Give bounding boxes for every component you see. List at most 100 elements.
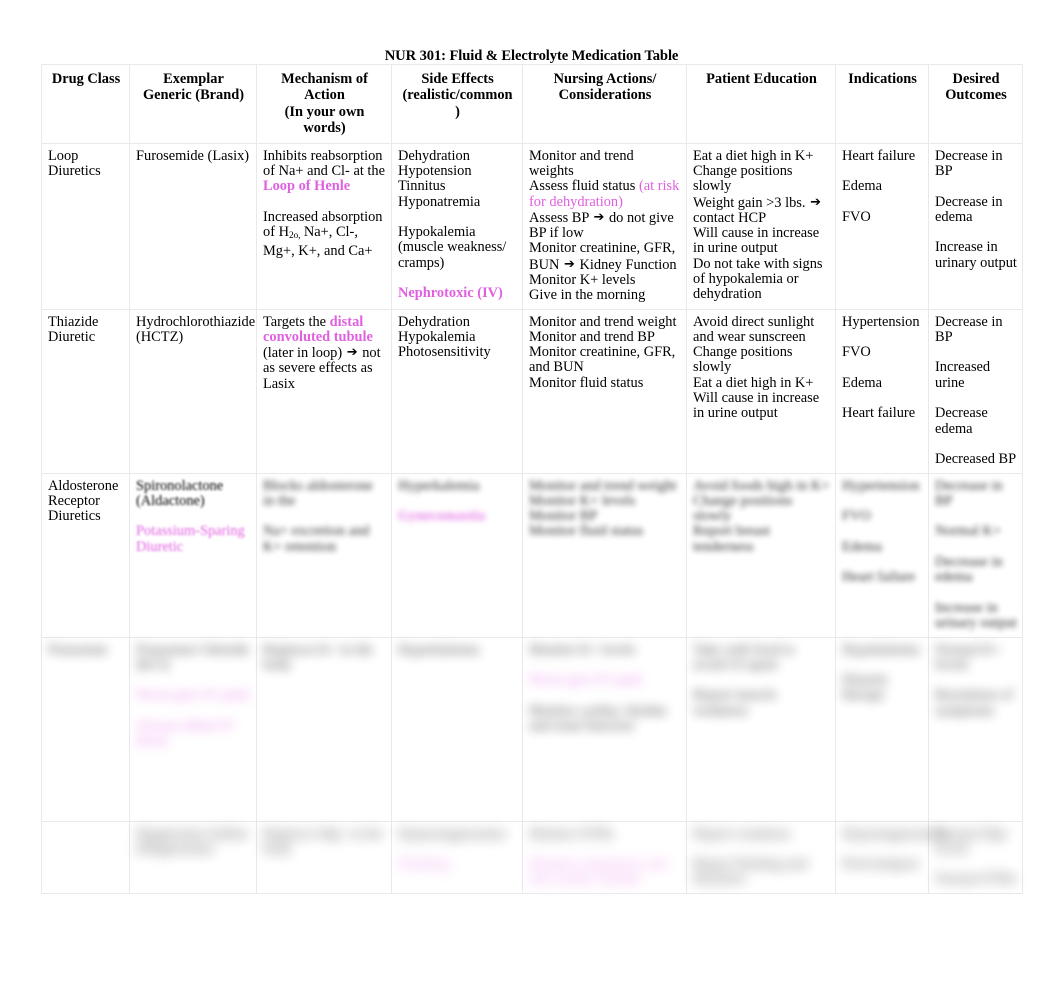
cell-line: Resolution of symptoms (935, 687, 1017, 719)
cell-patient-education: Avoid direct sunlight and wear sunscreen… (686, 308, 836, 474)
cell-indications: Hypokalemia Diuretic therapy (835, 636, 929, 822)
cell-exemplar: Furosemide (Lasix) (129, 142, 257, 310)
cell-line: Monitor and trend weight (529, 313, 677, 330)
header-line: Side Effects (421, 71, 494, 87)
cell-line: Dehydration (398, 313, 470, 330)
cell-patient-education: Eat a diet high in K+ Change positions sl… (686, 142, 836, 310)
cell-line: Increase in urinary output (935, 239, 1017, 271)
cell-line: Assess BP ➔ do not give BP if low (529, 209, 678, 242)
cell-line: Magnesium Sulfate (136, 825, 249, 842)
spacer-line (842, 658, 923, 673)
column-header-mechanism-of-action: Mechanism of Action (In your own words) (256, 64, 392, 144)
cell-nursing-actions: Monitor DTRs Monitor respiratory rate and… (522, 820, 687, 894)
column-header-drug-class: Drug Class (41, 64, 130, 144)
cell-line: Loop Diuretics (48, 147, 101, 179)
header-line: Nursing Actions/ (553, 71, 657, 87)
cell-mechanism-of-action: Inhibits reabsorption of Na+ and Cl- at … (256, 142, 392, 310)
cell-line: Monitor K+ levels (529, 272, 636, 288)
table-header-row: Drug Class Exemplar Generic (Brand) Mecha… (41, 64, 1023, 144)
cell-line: Weight gain >3 lbs. ➔ contact HCP (693, 194, 826, 226)
cell-line: Hypotension (398, 162, 472, 179)
cell-line: Avoid foods high in K+ (693, 477, 830, 494)
table-header: Drug Class Exemplar Generic (Brand) Mecha… (41, 64, 1023, 144)
spacer-line (136, 673, 251, 688)
cell-line: Preeclampsia (842, 856, 919, 873)
spacer-line (398, 210, 517, 225)
cell-mechanism-of-action: Replaces K+ in the body (256, 636, 392, 822)
right-arrow-icon: ➔ (593, 209, 605, 225)
cell-line: Thiazide Diuretic (48, 313, 102, 345)
cell-line: FVO (842, 508, 871, 525)
cell-indications: Hypomagnesemia Preeclampsia (835, 820, 946, 894)
cell-line: Never give IV push (136, 687, 249, 704)
cell-line: Replaces Mg+ in the body (263, 825, 387, 857)
cell-line: Heart failure (842, 405, 916, 422)
spacer-line (529, 658, 681, 673)
cell-side-effects: Hyperkalemia (391, 636, 523, 822)
cell-desired-outcomes: Normal Mg+ levels Normal DTRs (928, 820, 1023, 894)
cell-line: Do not take with signs of hypokalemia or… (693, 255, 827, 303)
spacer-line (935, 225, 1017, 240)
cell-line: Monitor respiratory rate and cardiac rhy… (529, 856, 671, 888)
spacer-line (842, 164, 923, 179)
cell-line: Blocks aldosterone in the (263, 477, 377, 509)
cell-patient-education: Report weakness Report flushing and dizzi… (686, 820, 836, 894)
cell-nursing-actions: Monitor K+ levels Never give IV push Monit… (522, 636, 687, 822)
cell-line: Report breast tenderness (693, 523, 774, 555)
spacer-line (935, 540, 1017, 555)
header-line: Mechanism of Action (281, 71, 371, 104)
cell-nursing-actions: Monitor and trend weight Monitor K+ level… (522, 472, 687, 638)
cell-line: Dehydration (398, 147, 470, 164)
cell-line: (Magnesium) (136, 840, 214, 857)
cell-desired-outcomes: Decrease in BP Decrease in edema Increase … (928, 142, 1023, 310)
cell-line: Decreased BP (935, 451, 1017, 468)
spacer-line (842, 330, 923, 345)
cell-line: Tinnitus (398, 178, 446, 195)
spacer-line (935, 586, 1017, 601)
cell-line: Monitor K+ levels (529, 492, 636, 509)
spacer-line (935, 509, 1017, 524)
cell-line: Change positions slowly (693, 162, 797, 195)
cell-exemplar: Potassium Chloride (KCl) Never give IV pu… (129, 636, 257, 822)
spacer-line (136, 704, 251, 719)
page-title: NUR 301: Fluid & Electrolyte Medication … (384, 48, 679, 64)
cell-line: Always dilute IV doses (136, 718, 239, 750)
cell-line: Decrease in edema (935, 193, 1007, 225)
header-line: Generic (Brand) (142, 87, 245, 104)
spacer-line (935, 345, 1017, 360)
cell-line: Monitor fluid status (529, 523, 644, 540)
right-arrow-icon: ➔ (346, 345, 358, 361)
cell-drug-class: Aldosterone Receptor Diuretics (41, 472, 130, 638)
header-line: Patient Education (706, 71, 817, 87)
cell-line: Aldosterone Receptor Diuretics (48, 477, 122, 525)
table-row: Thiazide Diuretic Hydrochlorothiazide (HC… (41, 308, 1023, 474)
header-line: Desired (952, 71, 1000, 87)
cell-line: Nephrotoxic (IV) (398, 285, 503, 302)
cell-line: Hyperkalemia (398, 477, 480, 494)
cell-line: Change positions slowly (693, 492, 797, 525)
table-row: Loop Diuretics Furosemide (Lasix) Inhibits… (41, 142, 1023, 310)
header-line: Drug Class (51, 71, 121, 87)
spacer-line (529, 688, 681, 703)
cell-line: Avoid direct sunlight and wear sunscreen (693, 313, 818, 345)
cell-line: Normal DTRs (935, 871, 1017, 888)
cell-line: Na+ excretion and K+ retention (263, 523, 374, 555)
spacer-line (398, 271, 517, 286)
cell-line: Will cause in increase in urine output (693, 225, 823, 257)
cell-exemplar: Hydrochlorothiazide (HCTZ) (129, 308, 257, 474)
cell-line: Heart failure (842, 147, 916, 164)
cell-line: Hyperkalemia (398, 641, 480, 658)
spacer-line (935, 857, 1017, 872)
cell-line: Targets the distal convoluted tubule (263, 313, 373, 345)
spacer-line (842, 524, 923, 539)
cell-line: Heart failure (842, 569, 916, 586)
medication-table: Drug Class Exemplar Generic (Brand) Mecha… (41, 64, 1023, 894)
cell-line: Take with food to avoid GI upset (693, 641, 799, 673)
cell-line: Eat a diet high in K+ (693, 147, 814, 164)
cell-desired-outcomes: Normal K+ levels Resolution of symptoms (928, 636, 1023, 822)
column-header-desired-outcomes: Desired Outcomes (928, 64, 1023, 144)
spacer-line (136, 509, 251, 524)
cell-side-effects: Dehydration Hypotension Tinnitus Hyponatrem… (391, 142, 523, 310)
cell-line: (later in loop) ➔ not as severe effects … (263, 345, 385, 392)
cell-line: Diuretic therapy (842, 672, 893, 704)
